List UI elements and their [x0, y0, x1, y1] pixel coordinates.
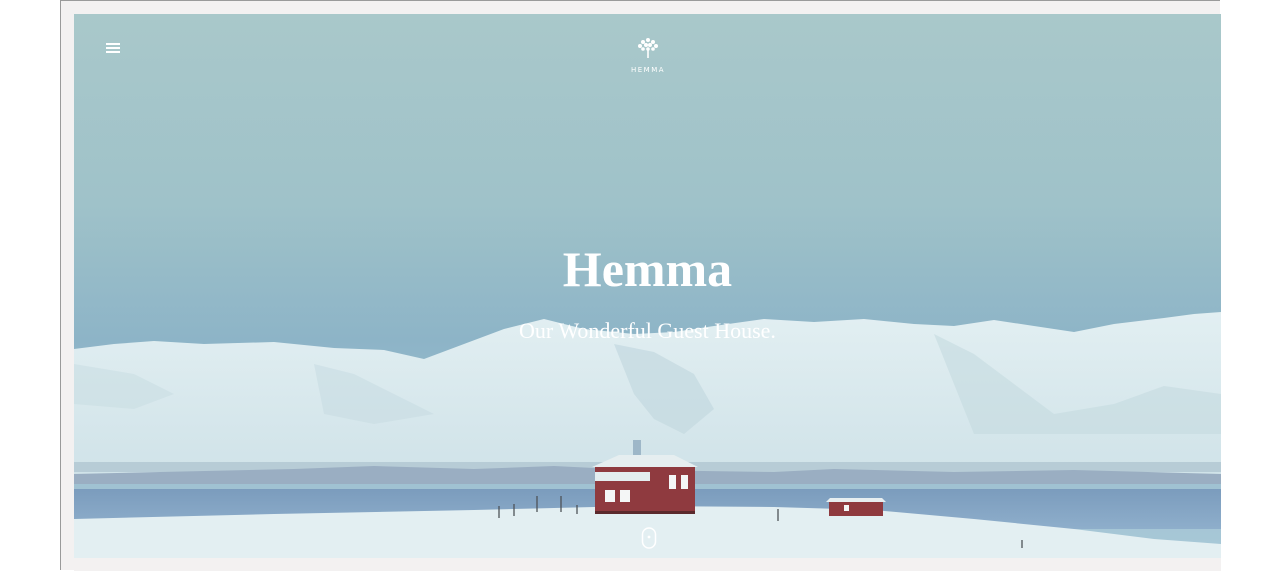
hero-section: HEMMA Hemma Our Wonderful Guest House. — [74, 14, 1221, 558]
hamburger-line — [106, 51, 120, 53]
scroll-down-button[interactable] — [641, 527, 657, 549]
page-frame: HEMMA Hemma Our Wonderful Guest House. — [60, 0, 1221, 571]
hero-title: Hemma — [562, 241, 733, 297]
bottom-strip — [74, 558, 1221, 571]
hero-subtitle: Our Wonderful Guest House. — [519, 318, 776, 343]
hamburger-menu-button[interactable] — [104, 40, 124, 56]
hamburger-line — [106, 47, 120, 49]
mouse-scroll-icon — [641, 527, 657, 549]
tree-icon — [638, 38, 658, 58]
site-logo[interactable]: HEMMA — [618, 34, 678, 74]
logo-text: HEMMA — [630, 66, 666, 74]
hamburger-menu-icon — [106, 43, 120, 45]
